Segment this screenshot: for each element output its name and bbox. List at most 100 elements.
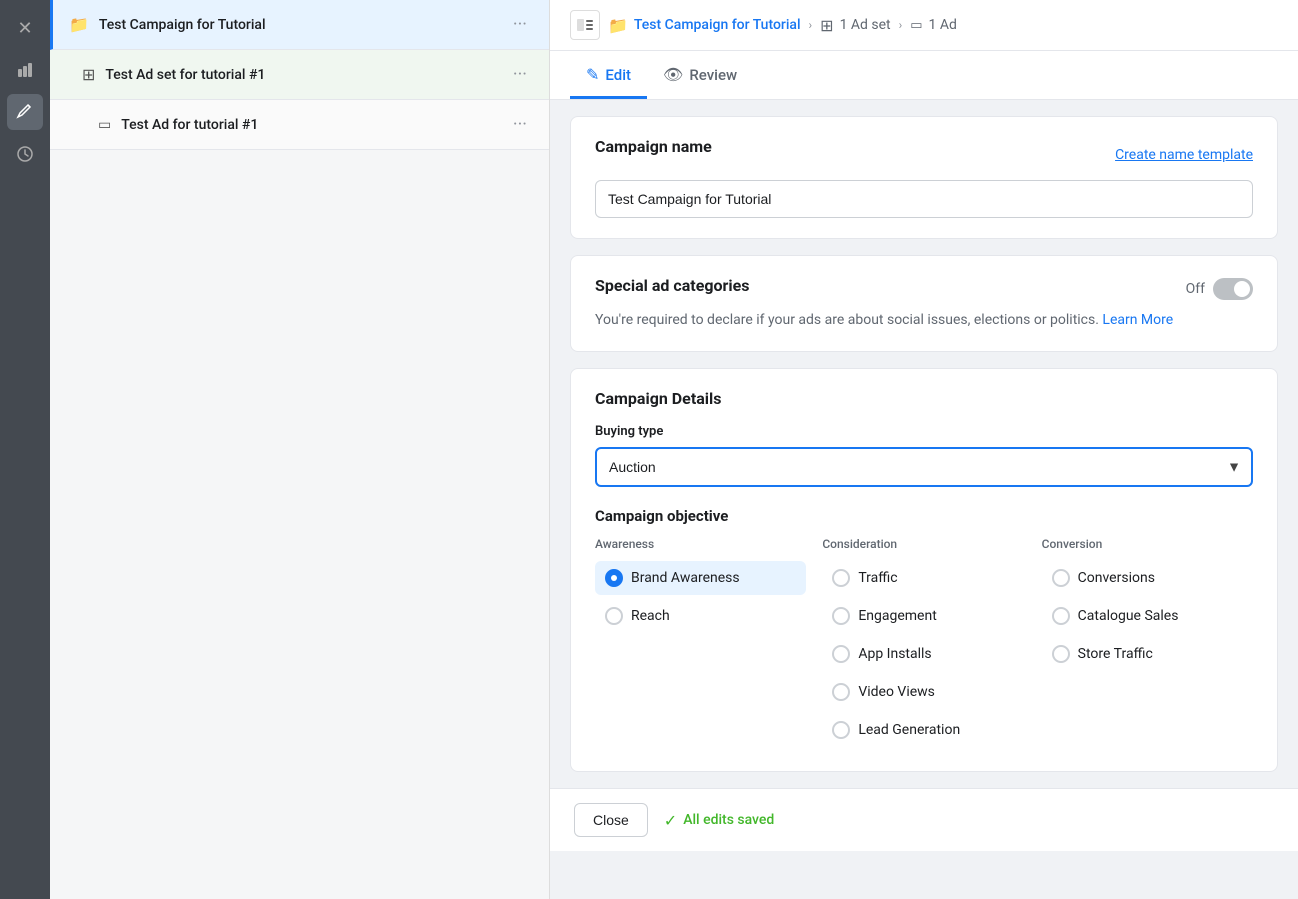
adset-icon: ⊞ [82,65,95,84]
radio-store-traffic[interactable]: Store Traffic [1042,637,1245,671]
breadcrumb-adset-icon: ⊞ [820,16,833,35]
radio-store-traffic-label: Store Traffic [1078,646,1153,662]
radio-reach-label: Reach [631,608,670,624]
saved-status: ✓ All edits saved [664,811,775,830]
radio-lead-generation[interactable]: Lead Generation [822,713,1025,747]
radio-brand-awareness-circle [605,569,623,587]
campaign-name-card: Campaign name Create name template [570,116,1278,239]
radio-traffic-label: Traffic [858,570,897,586]
tree-panel: 📁 Test Campaign for Tutorial ··· ⊞ Test … [50,0,550,899]
bottom-bar: Close ✓ All edits saved [550,788,1298,851]
radio-video-views-label: Video Views [858,684,935,700]
breadcrumb-adset[interactable]: ⊞ 1 Ad set [820,16,890,35]
radio-reach-circle [605,607,623,625]
learn-more-link[interactable]: Learn More [1102,312,1173,328]
special-ad-title: Special ad categories [595,276,749,295]
review-tab-icon: 👁 [663,65,683,84]
consideration-column: Consideration Traffic Engagement App Ins… [814,537,1033,751]
buying-type-field: Buying type Auction Reach and Frequency … [595,424,1253,487]
breadcrumb-campaign-icon: 📁 [608,16,628,35]
radio-catalogue-sales-label: Catalogue Sales [1078,608,1179,624]
ad-icon: ▭ [98,117,111,133]
buying-type-label: Buying type [595,424,1253,439]
radio-app-installs[interactable]: App Installs [822,637,1025,671]
edit-icon-button[interactable] [7,94,43,130]
create-name-template-link[interactable]: Create name template [1115,147,1253,163]
ad-tree-item[interactable]: ▭ Test Ad for tutorial #1 ··· [50,100,549,150]
toggle-container: Off [1186,278,1253,300]
campaign-tree-item[interactable]: 📁 Test Campaign for Tutorial ··· [50,0,549,50]
adset-more-button[interactable]: ··· [507,62,533,87]
radio-app-installs-circle [832,645,850,663]
radio-engagement[interactable]: Engagement [822,599,1025,633]
campaign-objective-label: Campaign objective [595,507,1253,525]
saved-check-icon: ✓ [664,811,677,830]
radio-reach[interactable]: Reach [595,599,806,633]
breadcrumb-bar: 📁 Test Campaign for Tutorial › ⊞ 1 Ad se… [550,0,1298,51]
saved-status-text: All edits saved [683,812,774,828]
breadcrumb-ad-count: 1 Ad [929,17,957,33]
radio-catalogue-sales-circle [1052,607,1070,625]
radio-video-views[interactable]: Video Views [822,675,1025,709]
awareness-column: Awareness Brand Awareness Reach [595,537,814,751]
ad-more-button[interactable]: ··· [507,112,533,137]
tab-review-label: Review [689,66,737,84]
radio-store-traffic-circle [1052,645,1070,663]
campaign-name-section-title: Campaign name [595,137,712,156]
campaign-tree-label: Test Campaign for Tutorial [99,17,507,33]
tab-bar: ✎ Edit 👁 Review [550,51,1298,100]
main-content: 📁 Test Campaign for Tutorial › ⊞ 1 Ad se… [550,0,1298,899]
breadcrumb-arrow-1: › [809,18,813,32]
special-ad-categories-card: Special ad categories Off You're require… [570,255,1278,352]
campaign-name-header-row: Campaign name Create name template [595,137,1253,172]
clock-icon-button[interactable] [7,136,43,172]
tab-review[interactable]: 👁 Review [647,51,753,99]
conversion-header: Conversion [1042,537,1245,551]
adset-tree-item[interactable]: ⊞ Test Ad set for tutorial #1 ··· [50,50,549,100]
conversion-column: Conversion Conversions Catalogue Sales S… [1034,537,1253,751]
chart-icon-button[interactable] [7,52,43,88]
awareness-header: Awareness [595,537,806,551]
special-ad-header: Special ad categories Off [595,276,1253,300]
adset-tree-label: Test Ad set for tutorial #1 [105,67,506,83]
special-ad-description: You're required to declare if your ads a… [595,310,1253,331]
breadcrumb-ad[interactable]: ▭ 1 Ad [910,17,957,33]
radio-brand-awareness-label: Brand Awareness [631,570,740,586]
consideration-header: Consideration [822,537,1025,551]
campaign-details-title: Campaign Details [595,389,1253,408]
radio-conversions-circle [1052,569,1070,587]
radio-video-views-circle [832,683,850,701]
radio-engagement-circle [832,607,850,625]
campaign-name-input[interactable] [595,180,1253,218]
breadcrumb-campaign[interactable]: 📁 Test Campaign for Tutorial [608,16,801,35]
sidebar-close-button[interactable]: ✕ [7,10,43,46]
radio-conversions-label: Conversions [1078,570,1155,586]
tab-edit[interactable]: ✎ Edit [570,51,647,99]
close-button[interactable]: Close [574,803,648,837]
radio-conversions[interactable]: Conversions [1042,561,1245,595]
breadcrumb-arrow-2: › [899,18,903,32]
radio-app-installs-label: App Installs [858,646,931,662]
radio-engagement-label: Engagement [858,608,936,624]
special-ad-toggle[interactable] [1213,278,1253,300]
campaign-folder-icon: 📁 [69,15,89,34]
buying-type-select[interactable]: Auction Reach and Frequency TRP Buying [595,447,1253,487]
buying-type-select-wrapper: Auction Reach and Frequency TRP Buying ▼ [595,447,1253,487]
radio-catalogue-sales[interactable]: Catalogue Sales [1042,599,1245,633]
campaign-more-button[interactable]: ··· [507,12,533,37]
radio-traffic[interactable]: Traffic [822,561,1025,595]
radio-traffic-circle [832,569,850,587]
campaign-details-card: Campaign Details Buying type Auction Rea… [570,368,1278,772]
form-area: Campaign name Create name template Speci… [550,100,1298,788]
breadcrumb-campaign-label[interactable]: Test Campaign for Tutorial [634,17,801,33]
edit-tab-icon: ✎ [586,65,599,84]
breadcrumb-adset-count: 1 Ad set [840,17,891,33]
objective-columns: Awareness Brand Awareness Reach Consider… [595,537,1253,751]
radio-brand-awareness[interactable]: Brand Awareness [595,561,806,595]
breadcrumb-ad-icon: ▭ [910,18,922,33]
radio-lead-generation-circle [832,721,850,739]
icon-sidebar: ✕ [0,0,50,899]
sidebar-toggle-button[interactable] [570,10,600,40]
toggle-off-label: Off [1186,281,1205,297]
ad-tree-label: Test Ad for tutorial #1 [121,117,507,133]
